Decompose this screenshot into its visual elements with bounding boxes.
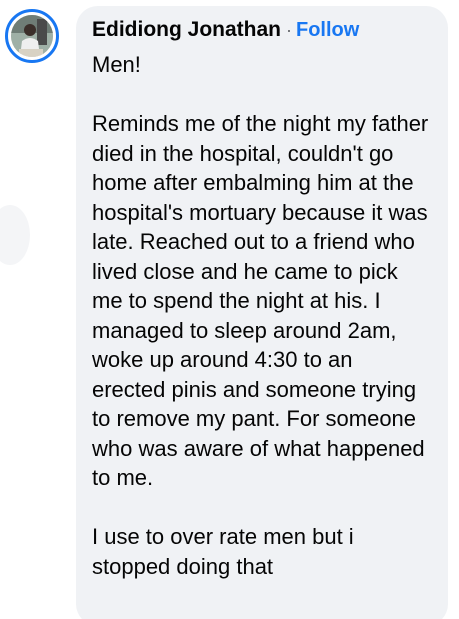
comment-bubble: Edidiong Jonathan · Follow Men! Reminds … bbox=[76, 6, 448, 619]
comment-screenshot: Edidiong Jonathan · Follow Men! Reminds … bbox=[0, 0, 459, 619]
background-ghost-shape bbox=[0, 205, 30, 265]
comment-paragraph: I use to over rate men but i stopped doi… bbox=[92, 524, 360, 579]
avatar[interactable] bbox=[5, 9, 59, 63]
comment-header: Edidiong Jonathan · Follow bbox=[92, 18, 432, 48]
comment-paragraph: Men! bbox=[92, 52, 141, 77]
author-name[interactable]: Edidiong Jonathan bbox=[92, 18, 281, 42]
comment-body: Men! Reminds me of the night my father d… bbox=[92, 50, 432, 581]
profile-photo bbox=[11, 15, 53, 57]
separator-dot: · bbox=[286, 20, 292, 40]
follow-button[interactable]: Follow bbox=[296, 19, 359, 42]
person-silhouette-icon bbox=[11, 15, 53, 57]
comment-paragraph: Reminds me of the night my father died i… bbox=[92, 111, 435, 490]
